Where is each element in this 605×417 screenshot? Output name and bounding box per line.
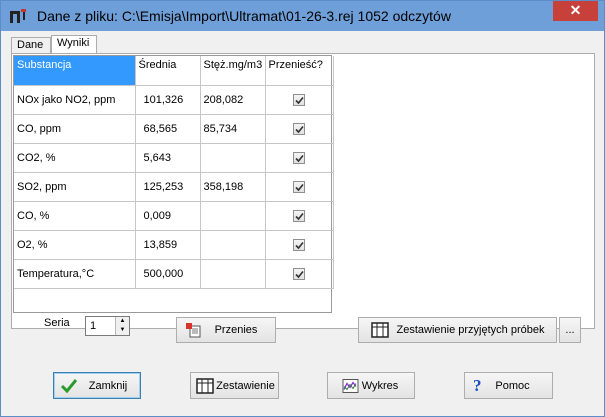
client-area: Dane Wyniki Substancja Średnia Stęż.mg/m… [8, 31, 598, 411]
table-icon [371, 322, 389, 338]
checkmark-icon [295, 154, 304, 162]
title-bar[interactable]: Dane z pliku: C:\Emisja\Import\Ultramat\… [1, 1, 604, 31]
checkmark-icon [295, 241, 304, 249]
transfer-checkbox[interactable] [293, 122, 305, 135]
transfer-checkbox[interactable] [293, 93, 305, 106]
table-header-row: Substancja Średnia Stęż.mg/m3 Przenieść? [14, 56, 334, 86]
checkmark-icon [295, 212, 304, 220]
cell-mean[interactable]: 13,859 [135, 230, 201, 260]
help-icon: ? [473, 375, 482, 395]
cell-concentration[interactable]: 85,734 [200, 114, 266, 144]
results-grid[interactable]: Substancja Średnia Stęż.mg/m3 Przenieść?… [13, 55, 334, 313]
transfer-checkbox[interactable] [293, 180, 305, 193]
cell-transfer[interactable] [265, 172, 334, 202]
cell-transfer[interactable] [265, 201, 334, 231]
table-icon [196, 377, 214, 394]
zestawienie-probek-button[interactable]: Zestawienie przyjętych próbek [358, 317, 557, 343]
spin-up-button[interactable]: ▲ [116, 317, 129, 326]
wykres-label: Wykres [361, 379, 399, 392]
cell-transfer[interactable] [265, 259, 334, 289]
cell-mean[interactable]: 68,565 [135, 114, 201, 144]
tab-dane[interactable]: Dane [11, 37, 51, 54]
table-row[interactable]: CO, ppm 68,565 85,734 [14, 114, 334, 144]
pomoc-button[interactable]: ? Pomoc [464, 372, 553, 399]
checkmark-icon [295, 96, 304, 104]
zestawienie-label: Zestawienie [216, 379, 275, 392]
transfer-checkbox[interactable] [293, 151, 305, 164]
table-row[interactable]: O2, % 13,859 [14, 230, 334, 260]
cell-substance[interactable]: CO2, % [14, 143, 136, 173]
import-icon [186, 323, 201, 338]
cell-mean[interactable]: 101,326 [135, 85, 201, 115]
cell-substance[interactable]: SO2, ppm [14, 172, 136, 202]
cell-mean[interactable]: 5,643 [135, 143, 201, 173]
table-row[interactable]: NOx jako NO2, ppm 101,326 208,082 [14, 85, 334, 115]
cell-mean[interactable]: 125,253 [135, 172, 201, 202]
checkmark-icon [295, 270, 304, 278]
table-row[interactable]: CO2, % 5,643 [14, 143, 334, 173]
cell-concentration[interactable] [200, 230, 266, 260]
more-button[interactable]: ... [559, 317, 581, 343]
cell-mean[interactable]: 500,000 [135, 259, 201, 289]
spin-buttons: ▲ ▼ [115, 317, 129, 335]
table-row[interactable]: CO, % 0,009 [14, 201, 334, 231]
column-header-mean[interactable]: Średnia [135, 56, 201, 86]
cell-concentration[interactable]: 208,082 [200, 85, 266, 115]
cell-substance[interactable]: NOx jako NO2, ppm [14, 85, 136, 115]
checkmark-icon [295, 183, 304, 191]
cell-substance[interactable]: CO, ppm [14, 114, 136, 144]
window-title: Dane z pliku: C:\Emisja\Import\Ultramat\… [37, 8, 451, 24]
chart-icon [342, 378, 359, 393]
zamknij-label: Zamknij [88, 379, 128, 392]
column-header-substance[interactable]: Substancja [14, 56, 136, 86]
cell-substance[interactable]: O2, % [14, 230, 136, 260]
cell-transfer[interactable] [265, 85, 334, 115]
wykres-button[interactable]: Wykres [327, 372, 415, 399]
transfer-checkbox[interactable] [293, 209, 305, 222]
cell-concentration[interactable] [200, 143, 266, 173]
przenies-label: Przenies [214, 324, 258, 336]
cell-concentration[interactable]: 358,198 [200, 172, 266, 202]
przenies-button[interactable]: Przenies [176, 317, 276, 343]
cell-substance[interactable]: Temperatura,°C [14, 259, 136, 289]
tab-panel-wyniki: Substancja Średnia Stęż.mg/m3 Przenieść?… [11, 53, 595, 329]
seria-label: Seria [44, 317, 70, 329]
seria-value[interactable]: 1 [90, 320, 96, 332]
zestawienie-button[interactable]: Zestawienie [190, 372, 279, 399]
cell-concentration[interactable] [200, 201, 266, 231]
dialog-window: Dane z pliku: C:\Emisja\Import\Ultramat\… [0, 0, 605, 417]
column-header-concentration[interactable]: Stęż.mg/m3 [200, 56, 266, 86]
cell-concentration[interactable] [200, 259, 266, 289]
cell-mean[interactable]: 0,009 [135, 201, 201, 231]
table-row[interactable]: SO2, ppm 125,253 358,198 [14, 172, 334, 202]
tab-wyniki[interactable]: Wyniki [51, 35, 97, 54]
checkmark-icon [295, 125, 304, 133]
zamknij-button[interactable]: Zamknij [53, 372, 141, 399]
seria-spinner[interactable]: 1 ▲ ▼ [85, 316, 130, 336]
cell-substance[interactable]: CO, % [14, 201, 136, 231]
close-button[interactable]: ✕ [553, 1, 598, 21]
transfer-checkbox[interactable] [293, 238, 305, 251]
transfer-checkbox[interactable] [293, 267, 305, 280]
column-header-transfer[interactable]: Przenieść? [265, 56, 334, 86]
cell-transfer[interactable] [265, 114, 334, 144]
pomoc-label: Pomoc [495, 379, 530, 392]
app-icon [10, 9, 26, 23]
zestawienie-probek-label: Zestawienie przyjętych próbek [396, 324, 545, 336]
more-label: ... [565, 324, 575, 336]
cell-transfer[interactable] [265, 230, 334, 260]
close-icon: ✕ [569, 2, 582, 18]
spin-down-button[interactable]: ▼ [116, 326, 129, 335]
table-row[interactable]: Temperatura,°C 500,000 [14, 259, 334, 289]
cell-transfer[interactable] [265, 143, 334, 173]
checkmark-icon [60, 378, 78, 393]
